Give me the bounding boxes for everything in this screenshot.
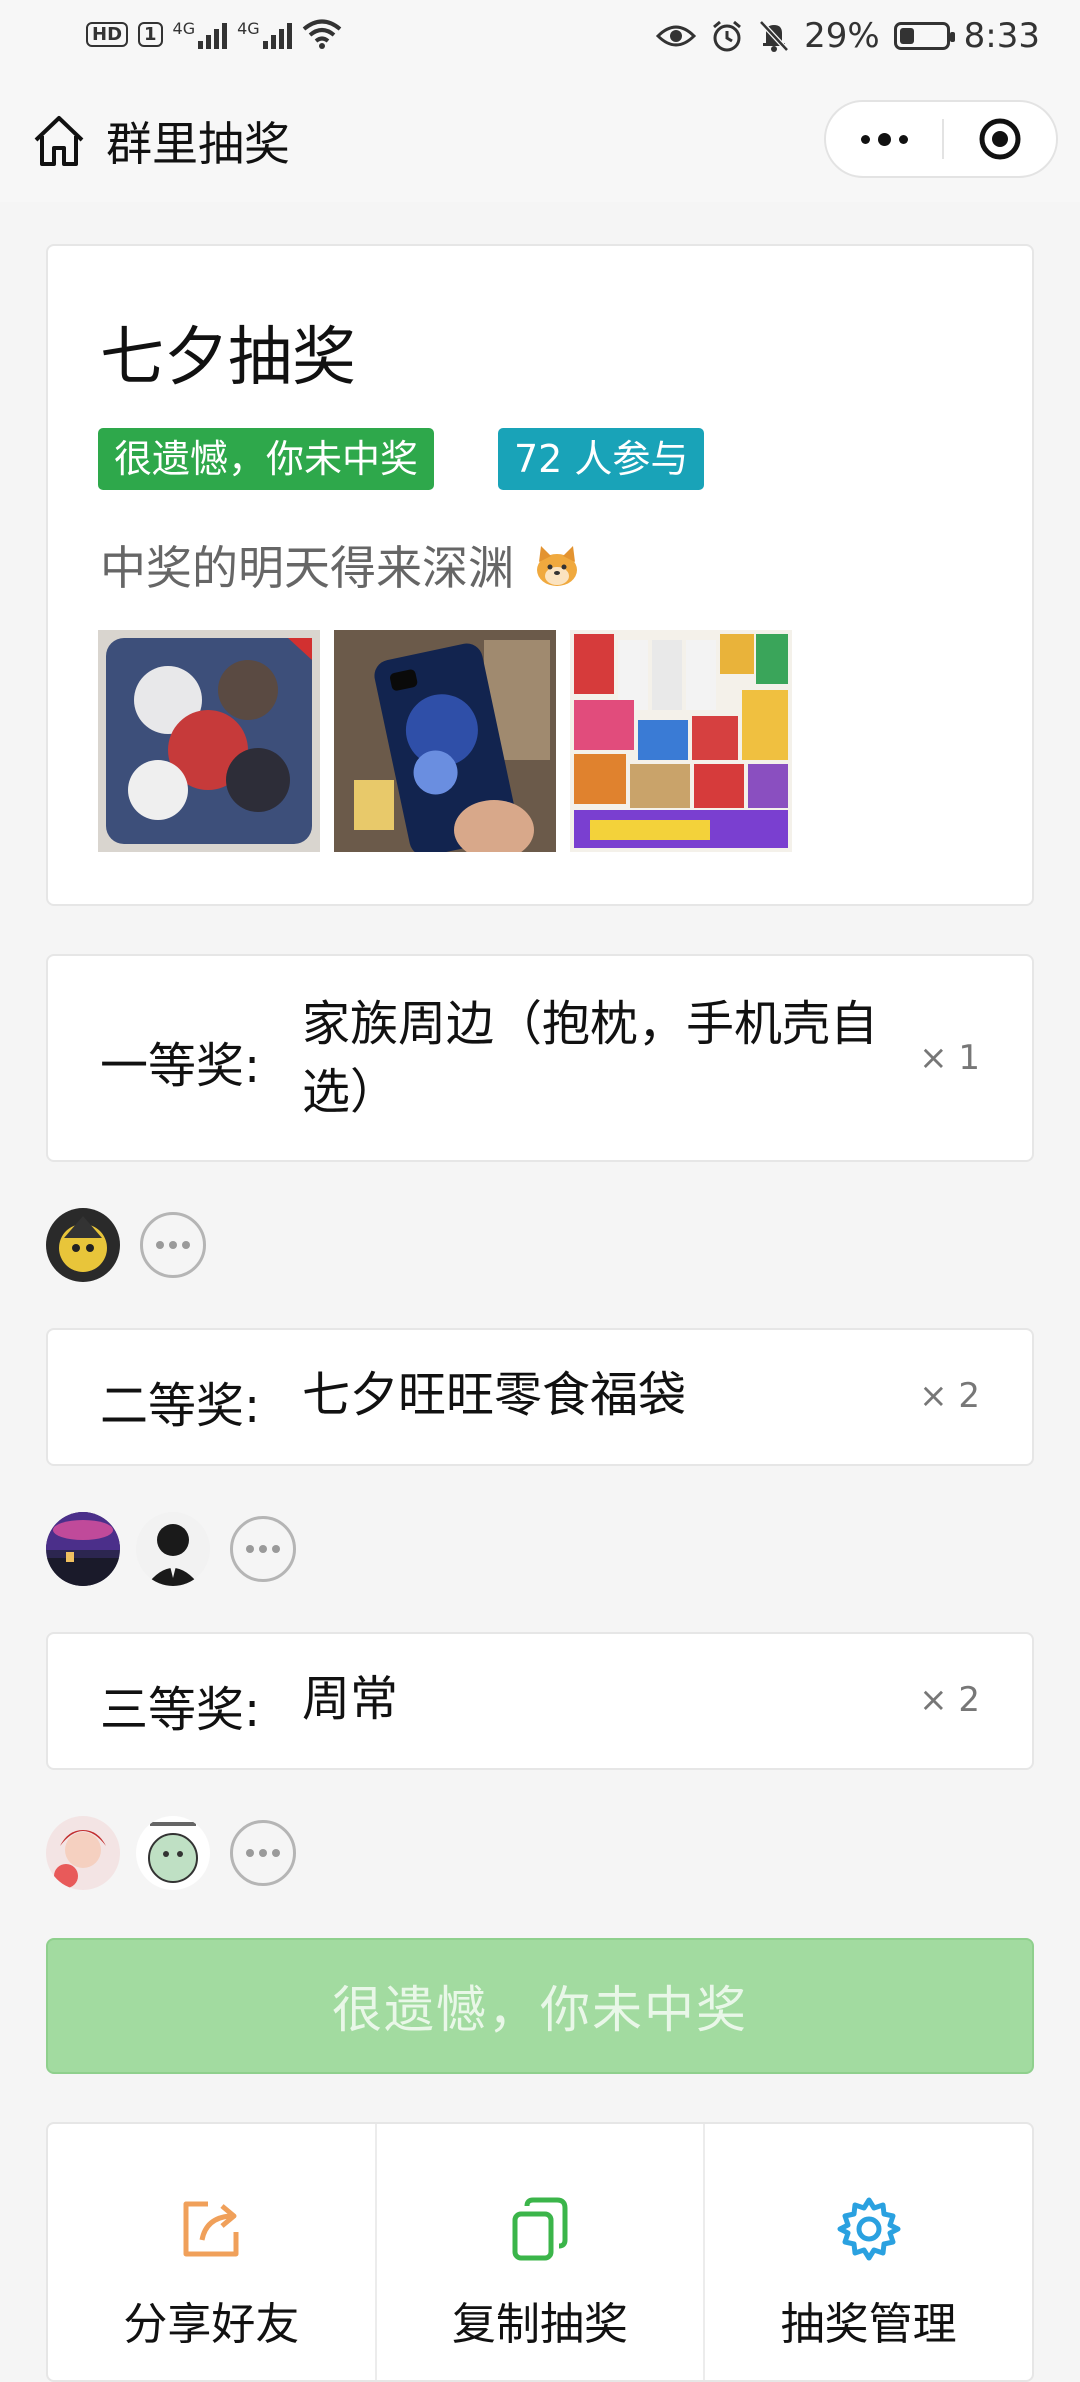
copy-label: 复制抽奖 — [452, 2299, 628, 2350]
battery-icon — [893, 22, 955, 50]
prize-description: 家族周边（抱枕，手机壳自选） — [302, 996, 879, 1120]
battery-fill — [899, 28, 914, 44]
prize-card-second: 二等奖: 七夕旺旺零食福袋 × 2 — [46, 1328, 1034, 1466]
gear-icon — [837, 2197, 901, 2261]
status-bar: HD 1 4G 4G 29% 8:33 — [0, 0, 1080, 80]
prize-count: × 2 — [919, 1376, 980, 1416]
capsule-menu — [824, 100, 1058, 178]
copy-lottery-button[interactable]: 复制抽奖 — [377, 2124, 706, 2380]
lottery-description: 中奖的明天得来深渊 — [100, 532, 585, 598]
prize-images — [98, 630, 792, 852]
copy-icon — [512, 2197, 568, 2261]
prize-name: 一等奖: — [100, 1038, 261, 1094]
share-label: 分享好友 — [123, 2299, 300, 2350]
network-type-label-2: 4G — [237, 19, 260, 38]
phone-case-prize-image[interactable] — [334, 630, 556, 852]
hd-icon: HD — [86, 21, 129, 47]
status-right: 29% 8:33 — [656, 16, 1040, 56]
more-options-icon[interactable] — [826, 102, 942, 176]
avatar[interactable] — [46, 1816, 120, 1890]
signal-icon: 4G — [173, 19, 228, 49]
prize-description: 周常 — [302, 1671, 399, 1727]
participants-tag[interactable]: 72 人参与 — [498, 428, 705, 490]
clock-time: 8:33 — [963, 16, 1040, 56]
more-winners-icon[interactable] — [230, 1820, 296, 1886]
winners-third — [46, 1816, 296, 1890]
wifi-icon — [302, 19, 341, 49]
prize-description: 七夕旺旺零食福袋 — [302, 1367, 687, 1423]
prize-count: × 1 — [919, 1038, 980, 1078]
avatar[interactable] — [46, 1208, 120, 1282]
prize-name: 二等奖: — [100, 1378, 261, 1434]
action-panel: 分享好友 复制抽奖 抽奖管理 — [46, 2122, 1034, 2382]
result-button[interactable]: 很遗憾，你未中奖 — [46, 1938, 1034, 2074]
alarm-icon — [713, 20, 742, 52]
lottery-card: 七夕抽奖 很遗憾，你未中奖 72 人参与 中奖的明天得来深渊 — [46, 244, 1034, 906]
page-title: 群里抽奖 — [106, 117, 290, 171]
result-tag: 很遗憾，你未中奖 — [98, 428, 435, 490]
nav-bar: 群里抽奖 — [0, 80, 1080, 202]
avatar[interactable] — [136, 1816, 210, 1890]
network-type-label: 4G — [172, 19, 196, 38]
mute-bell-icon — [759, 20, 789, 52]
shiba-dog-emoji-icon — [536, 546, 577, 586]
snack-bag-prize-image[interactable] — [570, 630, 792, 852]
prize-card-third: 三等奖: 周常 × 2 — [46, 1632, 1034, 1770]
home-icon[interactable] — [30, 112, 88, 170]
more-winners-icon[interactable] — [230, 1516, 296, 1582]
more-winners-icon[interactable] — [140, 1212, 206, 1278]
close-miniprogram-icon[interactable] — [944, 117, 1056, 161]
prize-name: 三等奖: — [100, 1682, 261, 1738]
winners-first — [46, 1208, 206, 1282]
battery-percent: 29% — [804, 16, 880, 56]
avatar[interactable] — [46, 1512, 120, 1586]
prize-card-first: 一等奖: 家族周边（抱枕，手机壳自选） × 1 — [46, 954, 1034, 1162]
share-friends-button[interactable]: 分享好友 — [48, 2124, 377, 2380]
prize-count: × 2 — [919, 1680, 980, 1720]
winners-second — [46, 1512, 296, 1586]
lottery-title: 七夕抽奖 — [100, 321, 356, 395]
eye-icon — [656, 25, 697, 47]
share-icon — [183, 2201, 239, 2257]
status-left: HD 1 4G 4G — [86, 18, 342, 50]
sim-icon: 1 — [138, 21, 163, 47]
signal-icon-2: 4G — [237, 19, 292, 49]
pillow-prize-image[interactable] — [98, 630, 320, 852]
management-label: 抽奖管理 — [780, 2299, 957, 2350]
avatar[interactable] — [136, 1512, 210, 1586]
lottery-management-button[interactable]: 抽奖管理 — [705, 2124, 1032, 2380]
description-text: 中奖的明天得来深渊 — [100, 541, 514, 595]
